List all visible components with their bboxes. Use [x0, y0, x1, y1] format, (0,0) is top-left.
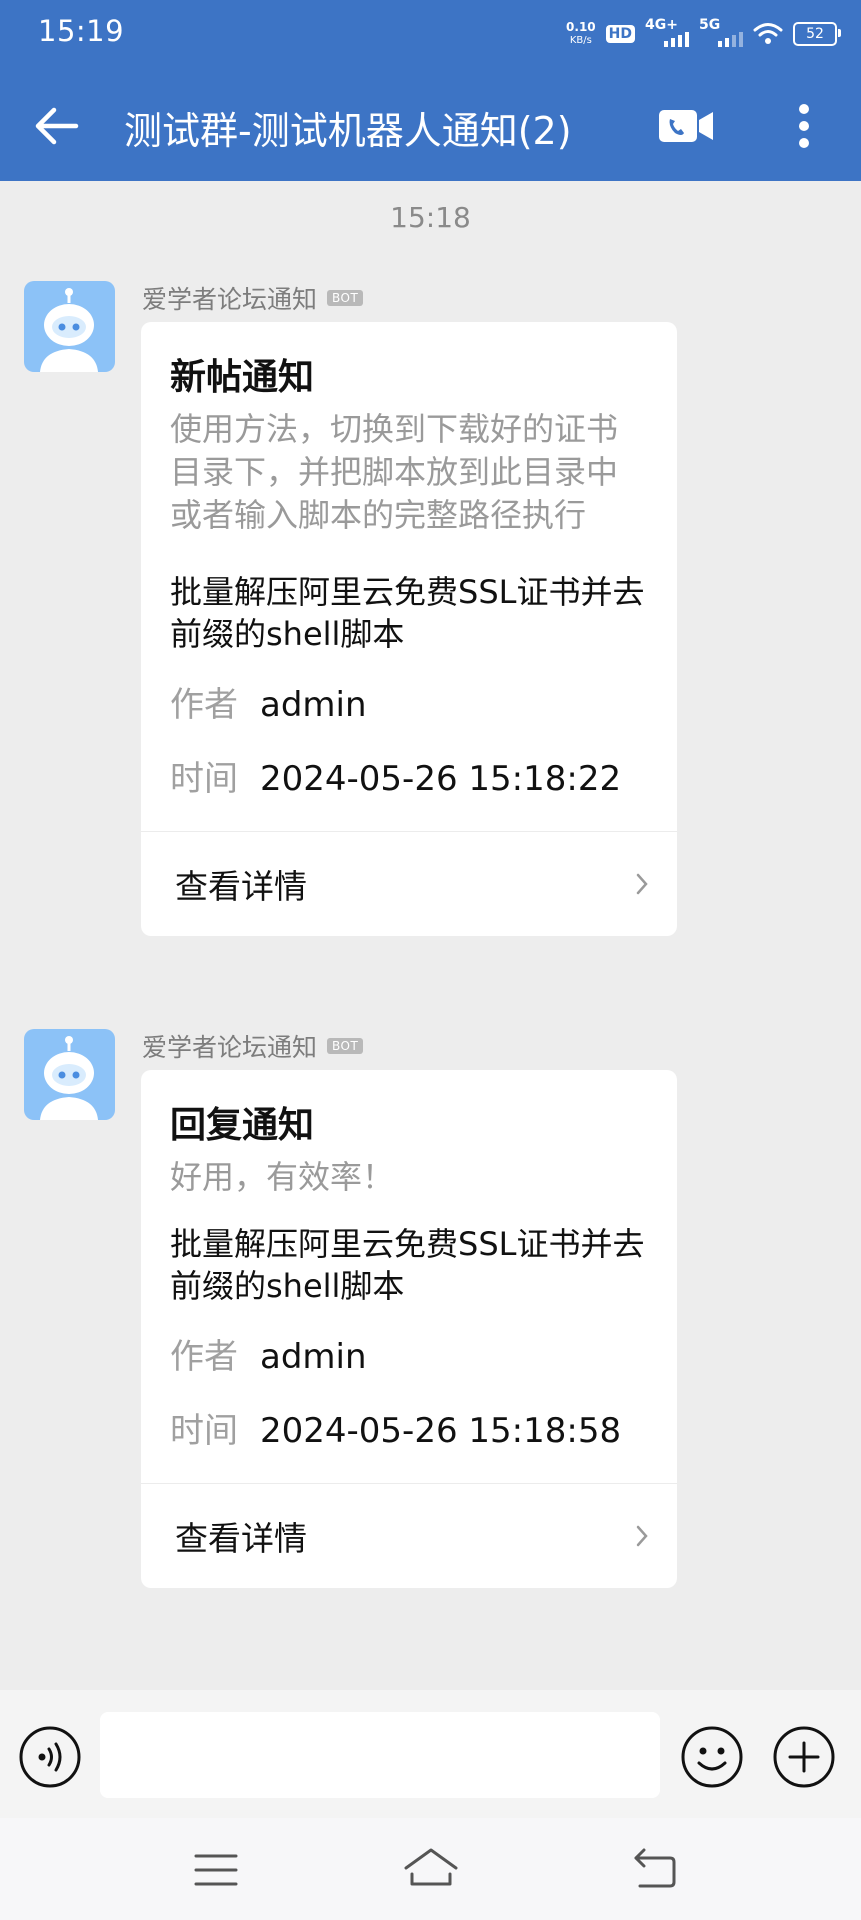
battery-icon: 52 [793, 22, 841, 46]
sender-label: 爱学者论坛通知 [142, 285, 318, 314]
plus-icon [773, 1726, 835, 1788]
view-details-label: 查看详情 [175, 867, 307, 906]
card-subject: 批量解压阿里云免费SSL证书并去前缀的shell脚本 [170, 1225, 645, 1305]
emoji-button[interactable] [680, 1725, 744, 1789]
bot-avatar[interactable] [24, 281, 115, 372]
notification-card[interactable]: 新帖通知 使用方法，切换到下载好的证书目录下，并把脚本放到此目录中或者输入脚本的… [141, 322, 677, 936]
nav-back-button[interactable] [630, 1848, 678, 1890]
home-icon [404, 1848, 458, 1886]
net-speed-unit: KB/s [569, 35, 592, 46]
voice-button[interactable] [18, 1725, 82, 1789]
nav-home-button[interactable] [402, 1846, 460, 1890]
chevron-right-icon [636, 873, 648, 895]
author-row: 作者 admin [170, 683, 649, 727]
signal-5g-icon: 5G [699, 17, 743, 49]
net-speed-value: 0.10 [566, 20, 596, 34]
time-value: 2024-05-26 15:18:22 [260, 759, 622, 799]
sender-name: 爱学者论坛通知 BOT [142, 280, 364, 316]
video-call-icon [659, 110, 713, 142]
time-label: 时间 [170, 759, 238, 799]
view-details-label: 查看详情 [175, 1519, 307, 1558]
view-details-link[interactable]: 查看详情 [141, 831, 677, 936]
app-header: 15:19 0.10 KB/s HD 4G+ 5G 52 测试群-测试机器人通知… [0, 0, 861, 181]
author-value: admin [260, 685, 367, 725]
card-title: 新帖通知 [170, 357, 315, 398]
message-input-bar [0, 1690, 861, 1818]
chat-title: 测试群-测试机器人通知(2) [124, 109, 572, 153]
time-label: 时间 [170, 1411, 238, 1451]
card-subject: 批量解压阿里云免费SSL证书并去前缀的shell脚本 [170, 573, 645, 653]
back-button[interactable] [28, 98, 84, 154]
network-type-5g: 5G [699, 17, 721, 33]
more-options-button[interactable] [782, 98, 826, 154]
bot-avatar[interactable] [24, 1029, 115, 1120]
view-details-link[interactable]: 查看详情 [141, 1483, 677, 1588]
arrow-left-icon [35, 107, 79, 145]
voice-icon [19, 1726, 81, 1788]
hd-badge: HD [605, 25, 635, 43]
author-label: 作者 [170, 685, 238, 725]
card-title: 回复通知 [170, 1105, 315, 1146]
wifi-icon [753, 23, 783, 44]
nav-menu-button[interactable] [192, 1850, 240, 1890]
card-description: 使用方法，切换到下载好的证书目录下，并把脚本放到此目录中或者输入脚本的完整路径执… [170, 410, 619, 534]
message-input[interactable] [100, 1712, 660, 1798]
bot-badge: BOT [327, 290, 364, 306]
network-type-4g: 4G+ [645, 17, 678, 33]
card-description: 好用，有效率！ [170, 1158, 395, 1196]
bot-badge: BOT [327, 1038, 364, 1054]
robot-icon [40, 288, 98, 372]
time-row: 时间 2024-05-26 15:18:58 [170, 1409, 649, 1453]
menu-icon [194, 1854, 238, 1886]
more-vertical-icon [799, 104, 809, 148]
system-nav-bar [0, 1818, 861, 1920]
robot-icon [40, 1036, 98, 1120]
battery-level: 52 [806, 26, 824, 42]
status-icons: 0.10 KB/s HD 4G+ 5G 52 [566, 14, 841, 54]
emoji-icon [681, 1726, 743, 1788]
time-divider: 15:18 [390, 201, 471, 234]
time-value: 2024-05-26 15:18:58 [260, 1411, 622, 1451]
back-icon [634, 1848, 676, 1888]
video-call-button[interactable] [656, 102, 716, 150]
sender-label: 爱学者论坛通知 [142, 1033, 318, 1062]
add-button[interactable] [772, 1725, 836, 1789]
author-label: 作者 [170, 1337, 238, 1377]
author-row: 作者 admin [170, 1335, 649, 1379]
author-value: admin [260, 1337, 367, 1377]
sender-name: 爱学者论坛通知 BOT [142, 1028, 364, 1064]
time-row: 时间 2024-05-26 15:18:22 [170, 757, 649, 801]
net-speed: 0.10 KB/s [566, 21, 596, 47]
status-time: 15:19 [38, 14, 125, 48]
signal-4g-icon: 4G+ [645, 17, 689, 49]
chevron-right-icon [636, 1525, 648, 1547]
notification-card[interactable]: 回复通知 好用，有效率！ 批量解压阿里云免费SSL证书并去前缀的shell脚本 … [141, 1070, 677, 1588]
